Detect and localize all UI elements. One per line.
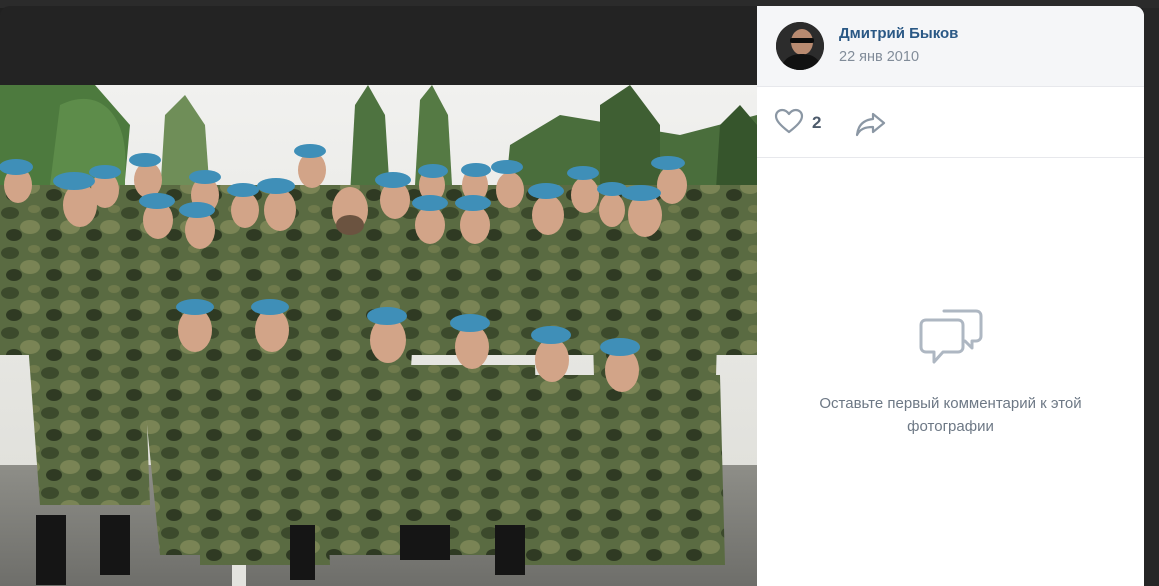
photo-info-panel: Дмитрий Быков 22 янв 2010 2 Оставьте пер… bbox=[757, 6, 1144, 586]
heart-icon bbox=[774, 108, 804, 138]
like-count: 2 bbox=[812, 113, 822, 132]
like-button[interactable]: 2 bbox=[774, 108, 821, 138]
header-divider bbox=[757, 86, 1144, 87]
photo-image bbox=[0, 85, 757, 586]
avatar-image bbox=[776, 22, 824, 70]
background-side-strip bbox=[1143, 8, 1159, 586]
actions-divider bbox=[757, 157, 1144, 158]
speech-bubble-icon bbox=[757, 306, 1144, 370]
share-arrow-icon bbox=[854, 112, 888, 143]
empty-comments-placeholder: Оставьте первый комментарий к этой фотог… bbox=[757, 306, 1144, 438]
photo-viewer-overlay: Дмитрий Быков 22 янв 2010 2 Оставьте пер… bbox=[0, 0, 1159, 586]
author-name-link[interactable]: Дмитрий Быков bbox=[839, 25, 958, 42]
photo[interactable] bbox=[0, 85, 757, 586]
empty-comments-text: Оставьте первый комментарий к этой фотог… bbox=[819, 395, 1082, 435]
share-button[interactable] bbox=[854, 109, 888, 139]
author-header: Дмитрий Быков 22 янв 2010 bbox=[757, 6, 1144, 86]
author-avatar[interactable] bbox=[776, 22, 824, 70]
post-date[interactable]: 22 янв 2010 bbox=[839, 49, 919, 65]
